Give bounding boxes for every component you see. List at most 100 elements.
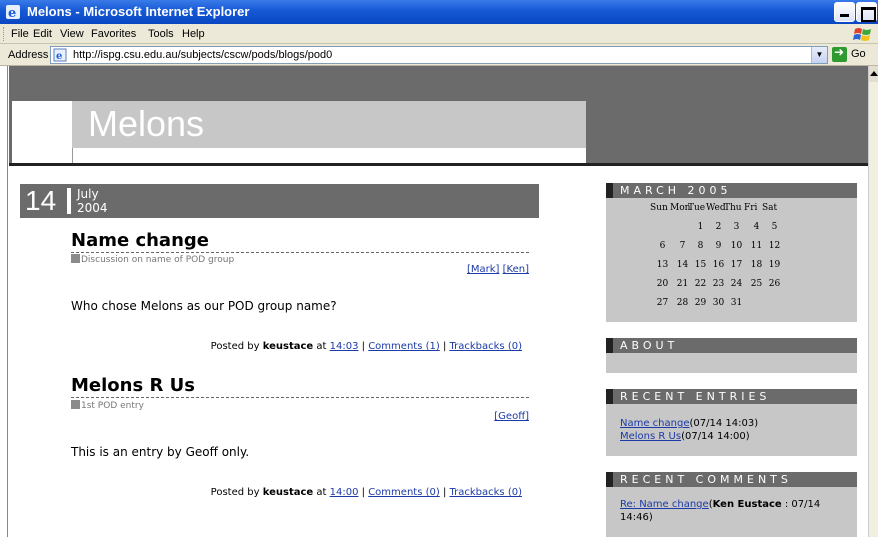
calendar-day: 16 — [712, 260, 725, 270]
window-titlebar: e Melons - Microsoft Internet Explorer — [0, 0, 878, 24]
recent-entry-link[interactable]: Name change — [620, 418, 689, 429]
menu-help[interactable]: Help — [182, 28, 205, 40]
permalink-time[interactable]: 14:00 — [330, 487, 359, 498]
entry-authors: [Geoff] — [494, 411, 529, 422]
calendar-weekday: Thu — [724, 203, 742, 213]
calendar-day: 20 — [656, 279, 669, 289]
trackbacks-link[interactable]: Trackbacks (0) — [450, 487, 523, 498]
posted-at-label: at — [316, 487, 327, 498]
address-dropdown-icon[interactable]: ▼ — [811, 47, 827, 63]
about-box — [606, 353, 857, 373]
about-heading: ABOUT — [606, 338, 857, 353]
calendar-day: 29 — [694, 298, 707, 308]
calendar-day: 9 — [715, 241, 722, 251]
calendar-heading: MARCH 2005 — [606, 183, 857, 198]
entry-footer: Posted by keustace at 14:03 | Comments (… — [210, 341, 523, 352]
date-year: 2004 — [77, 201, 108, 215]
recent-comment-link[interactable]: Re: Name change — [620, 499, 709, 510]
recent-comments-heading: RECENT COMMENTS — [606, 472, 857, 487]
windows-flag-icon — [853, 28, 871, 41]
author-link-mark[interactable]: [Mark] — [467, 264, 499, 275]
calendar-day: 13 — [656, 260, 669, 270]
calendar-day: 25 — [750, 279, 763, 289]
header-rule — [9, 163, 868, 166]
calendar-day: 8 — [697, 241, 704, 251]
entry-body: This is an entry by Geoff only. — [71, 445, 250, 459]
calendar-week-row: 6 7 8 9 10 11 12 — [606, 241, 857, 260]
go-arrow-icon — [832, 45, 847, 62]
entry-footer: Posted by keustace at 14:00 | Comments (… — [210, 487, 523, 498]
calendar-weekday: Wed — [706, 203, 726, 213]
menu-favorites[interactable]: Favorites — [91, 28, 136, 40]
date-day: 14 — [25, 185, 57, 216]
date-month: July — [77, 187, 99, 201]
svg-text:e: e — [8, 6, 16, 20]
calendar-day: 1 — [697, 222, 704, 232]
viewport-left-edge — [0, 66, 8, 537]
vertical-scrollbar[interactable] — [868, 66, 878, 537]
minimize-button[interactable] — [834, 2, 855, 22]
svg-text:e: e — [56, 51, 62, 62]
calendar-day: 23 — [712, 279, 725, 289]
recent-comment-author: Ken Eustace — [712, 499, 782, 510]
permalink-time[interactable]: 14:03 — [330, 341, 359, 352]
recent-entry-link[interactable]: Melons R Us — [620, 431, 681, 442]
scroll-up-arrow-icon[interactable] — [869, 66, 878, 82]
calendar-day: 10 — [730, 241, 743, 251]
calendar-weekday: Sun — [650, 203, 668, 213]
calendar-day: 6 — [659, 241, 666, 251]
calendar-day: 22 — [694, 279, 707, 289]
window-title: Melons - Microsoft Internet Explorer — [27, 4, 250, 19]
page-viewport: Melons 14 July 2004 Name change Discussi… — [0, 66, 878, 537]
address-url: http://ispg.csu.edu.au/subjects/cscw/pod… — [73, 49, 333, 61]
entry-body: Who chose Melons as our POD group name? — [71, 299, 337, 313]
entry-title: Melons R Us — [71, 375, 529, 398]
recent-entry-meta: (07/14 14:03) — [689, 418, 759, 429]
recent-entries-box: Name change(07/14 14:03) Melons R Us(07/… — [606, 404, 857, 456]
author-link-geoff[interactable]: [Geoff] — [494, 411, 529, 422]
entry-authors: [Mark] [Ken] — [467, 264, 529, 275]
calendar-day: 27 — [656, 298, 669, 308]
toolbar-grip — [3, 27, 6, 41]
recent-entries-heading: RECENT ENTRIES — [606, 389, 857, 404]
menu-bar: File Edit View Favorites Tools Help — [0, 24, 878, 44]
recent-entry-meta: (07/14 14:00) — [681, 431, 750, 442]
recent-comments-box: Re: Name change(Ken Eustace : 07/14 14:4… — [606, 487, 857, 537]
calendar-day: 19 — [768, 260, 781, 270]
comments-link[interactable]: Comments (1) — [368, 341, 440, 352]
menu-tools[interactable]: Tools — [148, 28, 174, 40]
calendar-day: 17 — [730, 260, 743, 270]
address-bar: Address e http://ispg.csu.edu.au/subject… — [0, 44, 878, 66]
comments-link[interactable]: Comments (0) — [368, 487, 440, 498]
calendar-day: 26 — [768, 279, 781, 289]
calendar-week-row: 20 21 22 23 24 25 26 — [606, 279, 857, 298]
recent-comment-item: Re: Name change(Ken Eustace : 07/14 14:4… — [620, 498, 845, 524]
address-input[interactable]: e http://ispg.csu.edu.au/subjects/cscw/p… — [50, 46, 828, 64]
calendar-day: 15 — [694, 260, 707, 270]
calendar-day: 21 — [676, 279, 689, 289]
calendar-day: 5 — [771, 222, 778, 232]
entry-title: Name change — [71, 230, 529, 253]
calendar-day: 11 — [750, 241, 763, 251]
menu-view[interactable]: View — [60, 28, 84, 40]
recent-comment-meta: : 07/14 — [781, 499, 821, 510]
calendar-day: 3 — [733, 222, 740, 232]
calendar-day: 31 — [730, 298, 743, 308]
blog-title: Melons — [88, 103, 205, 144]
go-button[interactable]: Go — [832, 45, 876, 63]
date-separator — [67, 188, 71, 214]
go-label: Go — [851, 48, 866, 60]
menu-file[interactable]: File — [11, 28, 29, 40]
calendar-weekday: Sat — [762, 203, 778, 213]
maximize-button[interactable] — [856, 2, 877, 22]
calendar-day: 7 — [679, 241, 686, 251]
calendar-day: 12 — [768, 241, 781, 251]
author-link-ken[interactable]: [Ken] — [503, 264, 529, 275]
header-sub-bar — [72, 148, 586, 163]
menu-edit[interactable]: Edit — [33, 28, 52, 40]
trackbacks-link[interactable]: Trackbacks (0) — [450, 341, 523, 352]
calendar-day: 2 — [715, 222, 722, 232]
calendar-day: 14 — [676, 260, 689, 270]
calendar-day: 28 — [676, 298, 689, 308]
calendar-day: 30 — [712, 298, 725, 308]
